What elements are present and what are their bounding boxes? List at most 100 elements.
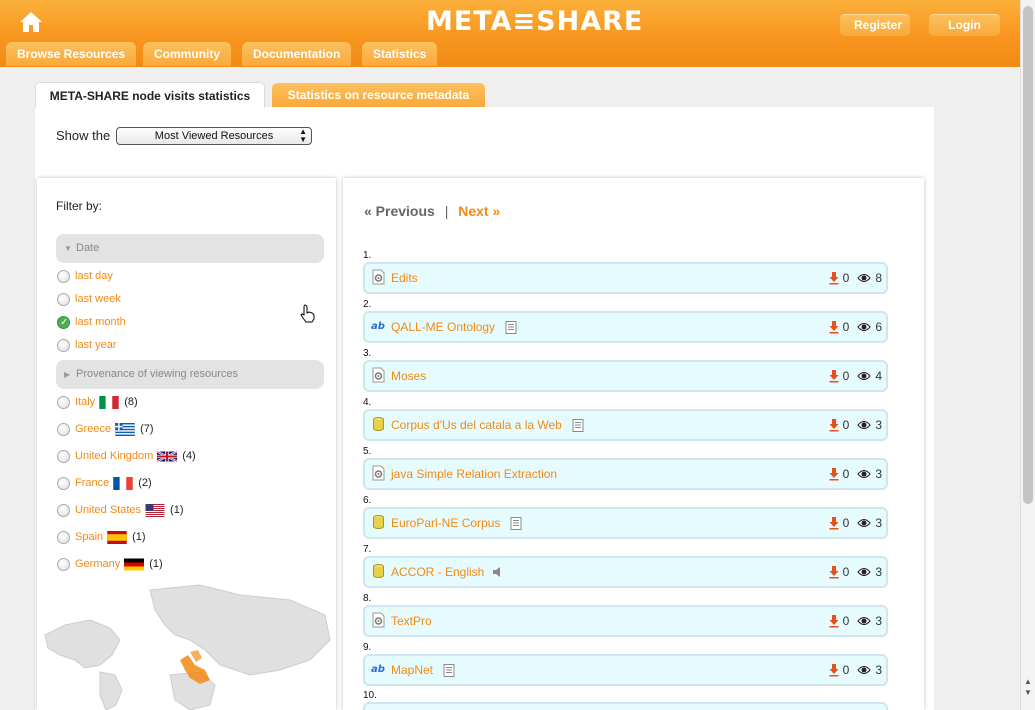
nav-browse-resources[interactable]: Browse Resources [6,42,137,66]
resource-name-link[interactable]: QALL-ME Ontology [391,320,495,334]
list-item[interactable]: java Simple Relation Extraction 0 3 [363,458,888,490]
eye-icon [857,617,871,625]
nav-documentation[interactable]: Documentation [242,42,352,66]
list-item[interactable]: ab QALL-ME Ontology 0 6 [363,311,888,343]
option-label[interactable]: last month [75,314,126,330]
list-item[interactable]: Moses 0 4 [363,360,888,392]
select-value: Most Viewed Resources [154,130,274,142]
register-button[interactable]: Register [840,14,910,36]
list-item[interactable]: ACCOR - English 0 3 [363,556,888,588]
radio-icon[interactable] [57,269,70,283]
country-label[interactable]: Italy [75,394,95,410]
home-icon[interactable] [18,10,44,34]
country-label[interactable]: United States [75,502,141,518]
resource-rank: 4. [363,397,372,408]
date-option-last-month[interactable]: last month [57,314,126,331]
radio-icon[interactable] [57,292,70,306]
download-icon [829,468,839,481]
triangle-right-icon: ▶ [64,370,71,379]
radio-checked-icon[interactable] [57,315,70,331]
pagination: « Previous | Next » [364,203,500,219]
document-icon [505,320,517,334]
radio-icon[interactable] [57,530,70,544]
vertical-scrollbar[interactable]: ▲ ▼ [1020,0,1035,710]
tab-resource-metadata-statistics[interactable]: Statistics on resource metadata [272,83,485,107]
select-arrows-icon: ▲ ▼ [299,127,307,144]
resource-name-link[interactable]: Moses [391,369,426,383]
radio-icon[interactable] [57,449,70,463]
facet-provenance[interactable]: ▶ Provenance of viewing resources [56,360,324,389]
previous-link[interactable]: « Previous [364,203,435,219]
meta-share-logo[interactable]: META≡SHARE [426,6,643,37]
radio-icon[interactable] [57,422,70,436]
radio-icon[interactable] [57,338,70,352]
eye-icon [857,666,871,674]
country-option-united-kingdom[interactable]: United Kingdom (4) [57,448,196,464]
tool-resource-icon [372,612,385,628]
option-label[interactable]: last week [75,291,121,307]
resource-name-link[interactable]: TextPro [391,614,432,628]
country-option-united-states[interactable]: United States (1) [57,502,184,518]
resource-name-link[interactable]: Corpus d'Us del catala a la Web [391,418,562,432]
radio-icon[interactable] [57,503,70,517]
pager-separator: | [444,203,449,219]
resource-name-link[interactable]: java Simple Relation Extraction [391,467,557,481]
resource-rank: 1. [363,250,372,261]
download-count: 0 [842,320,850,334]
date-option-last-year[interactable]: last year [57,337,117,353]
list-item[interactable]: EuroParl-NE Corpus 0 3 [363,507,888,539]
login-button[interactable]: Login [929,14,1000,36]
resource-rank: 2. [363,299,372,310]
list-item[interactable]: ab MapNet 0 3 [363,654,888,686]
download-icon [829,419,839,432]
eye-icon [857,568,871,576]
triangle-down-icon: ▼ [64,244,72,253]
list-item-partial[interactable] [363,702,888,710]
statistics-type-select[interactable]: Most Viewed Resources ▲ ▼ [116,127,312,145]
date-option-last-week[interactable]: last week [57,291,121,307]
nav-statistics[interactable]: Statistics [362,42,438,66]
country-option-italy[interactable]: Italy (8) [57,394,138,410]
country-count: (2) [138,477,152,489]
resource-name-link[interactable]: MapNet [391,663,433,677]
resource-stats: 04 [829,369,882,383]
radio-icon[interactable] [57,476,70,490]
resource-name-wrapper: EuroParl-NE Corpus [391,516,522,530]
scroll-arrows-icon[interactable]: ▲ ▼ [1023,676,1033,698]
country-label[interactable]: Spain [75,529,103,545]
resource-name-link[interactable]: Edits [391,271,418,285]
country-label[interactable]: France [75,475,109,491]
download-count: 0 [842,614,850,628]
country-option-spain[interactable]: Spain (1) [57,529,146,545]
corpus-resource-icon [373,564,384,578]
resource-stats: 03 [829,418,882,432]
country-option-france[interactable]: France (2) [57,475,152,491]
nav-community[interactable]: Community [143,42,231,66]
country-option-greece[interactable]: Greece (7) [57,421,154,437]
tab-node-visits-statistics[interactable]: META-SHARE node visits statistics [35,82,265,108]
option-label[interactable]: last day [75,268,113,284]
download-icon [829,566,839,579]
country-label[interactable]: Germany [75,556,120,572]
radio-icon[interactable] [57,395,70,409]
list-item[interactable]: Edits 0 8 [363,262,888,294]
download-count: 0 [842,663,850,677]
facet-date[interactable]: ▼ Date [56,234,324,263]
document-icon [443,663,455,677]
option-label[interactable]: last year [75,337,117,353]
hand-cursor-icon [300,304,315,323]
resource-name-link[interactable]: ACCOR - English [391,565,484,579]
list-item[interactable]: TextPro 0 3 [363,605,888,637]
resource-name-wrapper: java Simple Relation Extraction [391,467,557,481]
resource-name-link[interactable]: EuroParl-NE Corpus [391,516,500,530]
corpus-resource-icon [373,417,384,431]
country-option-germany[interactable]: Germany (1) [57,556,163,572]
country-label[interactable]: Greece [75,421,111,437]
scrollbar-thumb[interactable] [1023,6,1033,504]
list-item[interactable]: Corpus d'Us del catala a la Web 0 3 [363,409,888,441]
resource-rank: 7. [363,544,372,555]
country-label[interactable]: United Kingdom [75,448,153,464]
next-link[interactable]: Next » [458,203,500,219]
radio-icon[interactable] [57,557,70,571]
date-option-last-day[interactable]: last day [57,268,113,284]
